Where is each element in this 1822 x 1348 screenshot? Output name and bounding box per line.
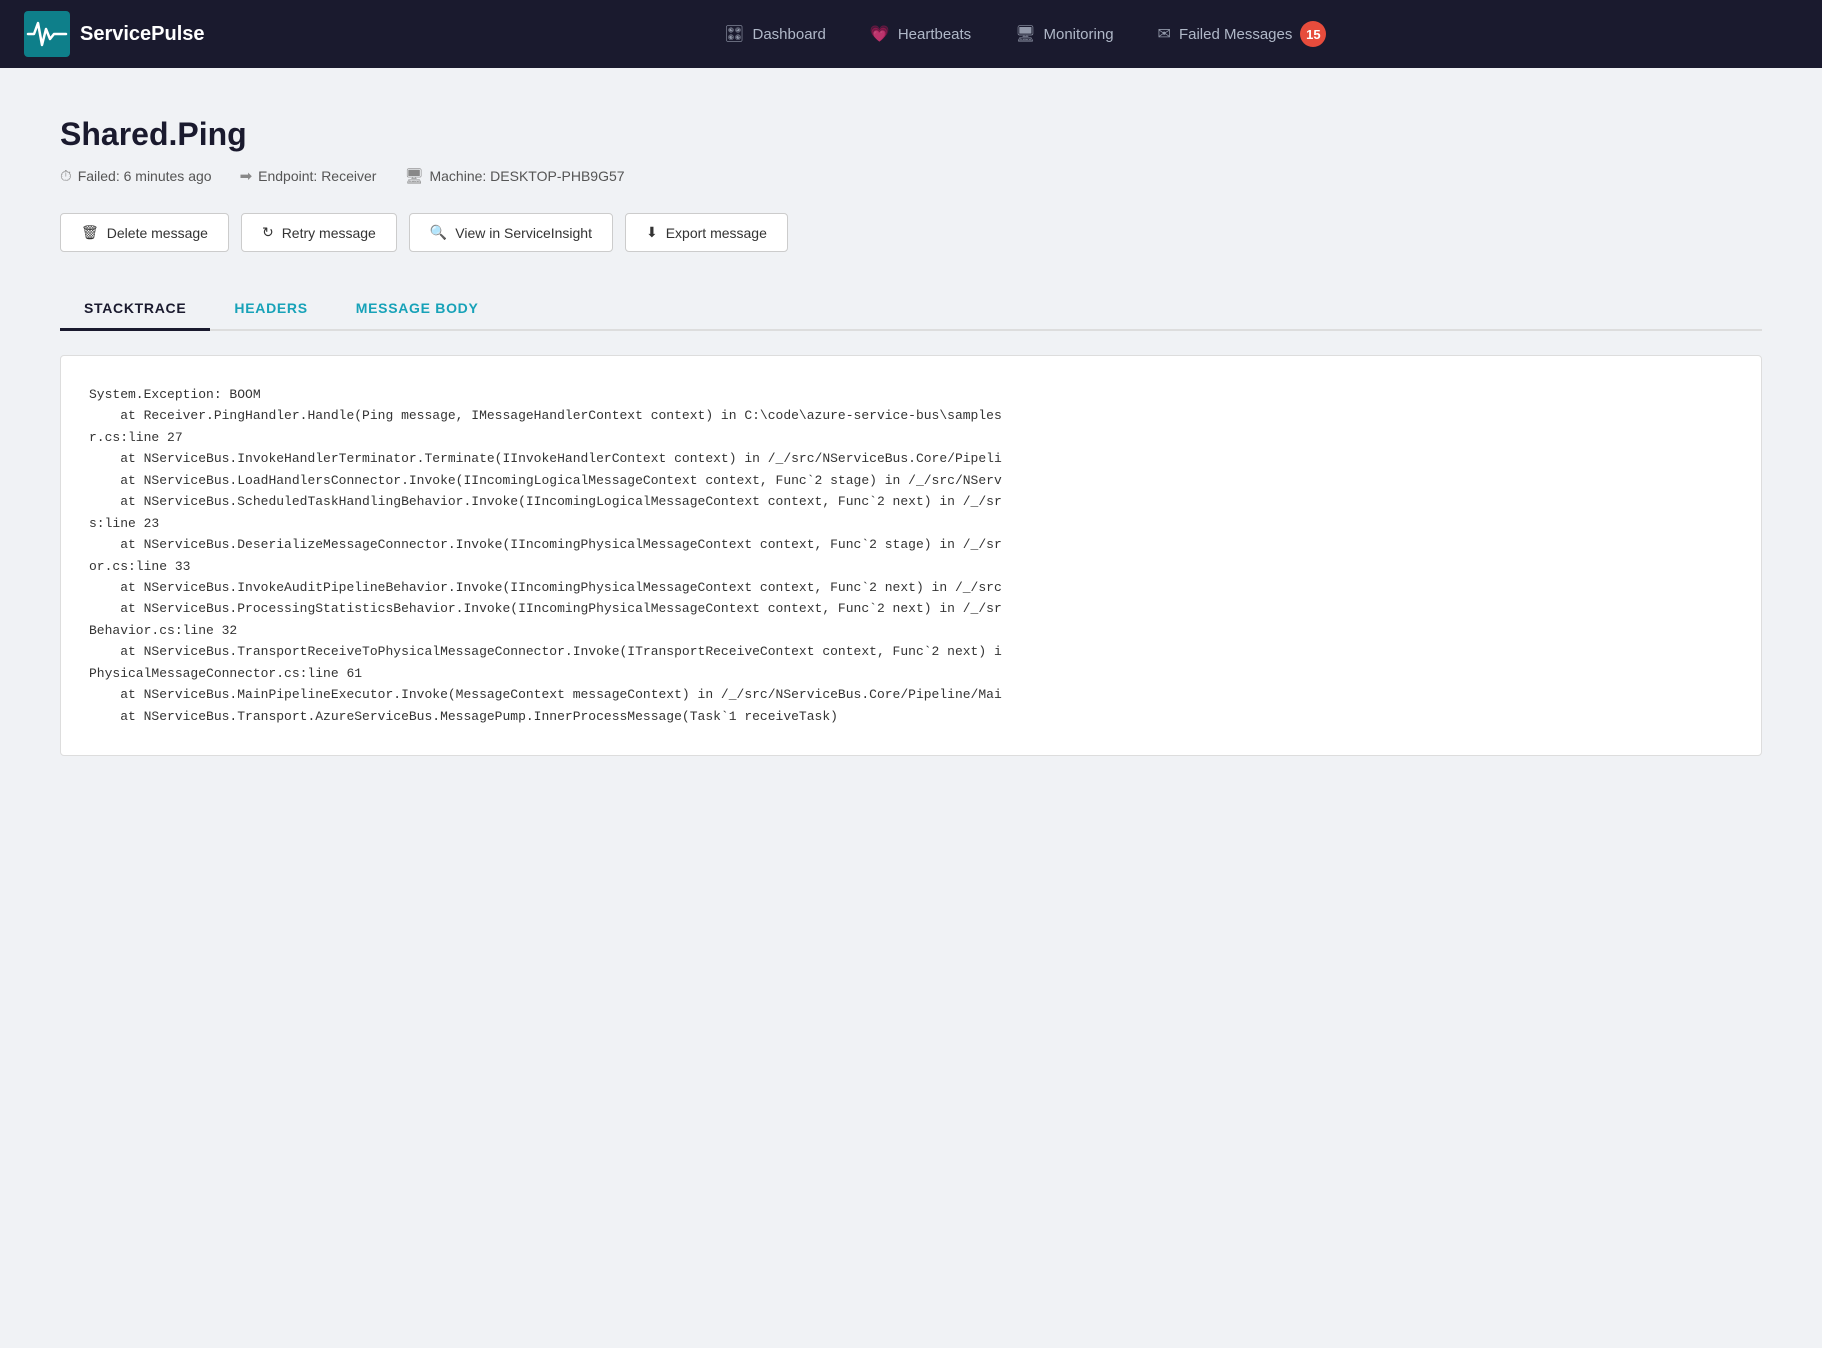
- nav-label-monitoring: Monitoring: [1044, 26, 1114, 43]
- stacktrace-box: System.Exception: BOOM at Receiver.PingH…: [60, 355, 1762, 756]
- retry-icon: ↻: [262, 224, 274, 241]
- delete-icon: 🗑: [81, 224, 99, 241]
- heartbeats-icon: 💗: [870, 24, 890, 44]
- nav-item-monitoring[interactable]: 🖥 Monitoring: [997, 16, 1131, 52]
- navbar: ServicePulse 🎛 Dashboard 💗 Heartbeats 🖥 …: [0, 0, 1822, 68]
- nav-label-dashboard: Dashboard: [753, 26, 826, 43]
- meta-failed: ⏱ Failed: 6 minutes ago: [60, 168, 212, 185]
- delete-message-label: Delete message: [107, 225, 208, 241]
- meta-endpoint: ➡ Endpoint: Receiver: [240, 167, 377, 185]
- export-icon: ⬇: [646, 224, 658, 241]
- nav-item-heartbeats[interactable]: 💗 Heartbeats: [852, 16, 989, 52]
- tab-headers[interactable]: HEADERS: [210, 288, 331, 331]
- tab-stacktrace-label: STACKTRACE: [84, 300, 186, 316]
- failed-messages-icon: ✉: [1158, 24, 1171, 44]
- brand[interactable]: ServicePulse: [24, 11, 205, 57]
- tab-headers-label: HEADERS: [234, 300, 307, 316]
- nav-label-heartbeats: Heartbeats: [898, 26, 971, 43]
- delete-message-button[interactable]: 🗑 Delete message: [60, 213, 229, 252]
- meta-machine-text: Machine: DESKTOP-PHB9G57: [429, 168, 624, 184]
- tab-message-body-label: MESSAGE BODY: [356, 300, 479, 316]
- nav-item-dashboard[interactable]: 🎛 Dashboard: [706, 16, 844, 52]
- machine-icon: 🖥: [404, 167, 423, 185]
- navbar-nav: 🎛 Dashboard 💗 Heartbeats 🖥 Monitoring ✉ …: [253, 13, 1798, 55]
- page-title: Shared.Ping: [60, 116, 1762, 153]
- nav-item-failed-messages[interactable]: ✉ Failed Messages 15: [1140, 13, 1345, 55]
- tab-stacktrace[interactable]: STACKTRACE: [60, 288, 210, 331]
- retry-message-button[interactable]: ↻ Retry message: [241, 213, 397, 252]
- brand-logo-icon: [24, 11, 70, 57]
- monitoring-icon: 🖥: [1015, 24, 1035, 44]
- brand-name: ServicePulse: [80, 23, 205, 46]
- meta-machine: 🖥 Machine: DESKTOP-PHB9G57: [404, 167, 624, 185]
- dashboard-icon: 🎛: [724, 24, 744, 44]
- endpoint-icon: ➡: [240, 167, 253, 185]
- failed-messages-badge: 15: [1300, 21, 1326, 47]
- export-message-button[interactable]: ⬇ Export message: [625, 213, 788, 252]
- view-in-serviceinsight-button[interactable]: 🔍 View in ServiceInsight: [409, 213, 613, 252]
- nav-label-failed-messages: Failed Messages: [1179, 26, 1292, 43]
- clock-icon: ⏱: [60, 168, 72, 185]
- retry-message-label: Retry message: [282, 225, 376, 241]
- main-content: Shared.Ping ⏱ Failed: 6 minutes ago ➡ En…: [0, 68, 1822, 804]
- view-in-serviceinsight-label: View in ServiceInsight: [455, 225, 592, 241]
- meta-row: ⏱ Failed: 6 minutes ago ➡ Endpoint: Rece…: [60, 167, 1762, 185]
- view-icon: 🔍: [430, 224, 447, 241]
- tabs: STACKTRACE HEADERS MESSAGE BODY: [60, 288, 1762, 331]
- stacktrace-content: System.Exception: BOOM at Receiver.PingH…: [89, 384, 1733, 727]
- action-buttons: 🗑 Delete message ↻ Retry message 🔍 View …: [60, 213, 1762, 252]
- export-message-label: Export message: [666, 225, 767, 241]
- tab-message-body[interactable]: MESSAGE BODY: [332, 288, 503, 331]
- meta-endpoint-text: Endpoint: Receiver: [258, 168, 376, 184]
- meta-failed-text: Failed: 6 minutes ago: [78, 168, 212, 184]
